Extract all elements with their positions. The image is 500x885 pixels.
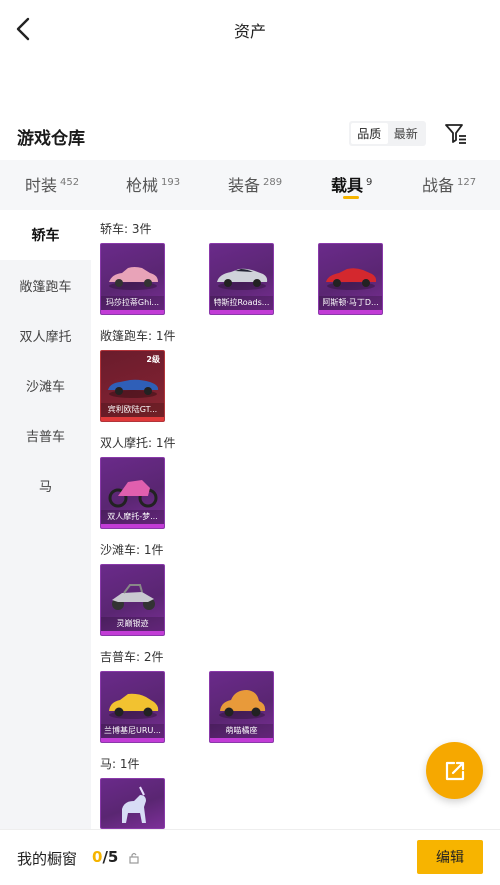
sidebar-item-sedan[interactable]: 轿车 (0, 210, 91, 260)
page-title: 资产 (233, 22, 266, 41)
vehicle-name: 玛莎拉蒂Ghi... (101, 296, 164, 310)
vehicle-card[interactable]: 萌喵橘座 (209, 671, 274, 743)
quality-stripe (101, 524, 164, 528)
tab-label: 装备 (228, 176, 261, 195)
sidebar-item-motorcycle[interactable]: 双人摩托 (0, 310, 91, 360)
tab-label: 枪械 (126, 176, 159, 195)
quality-stripe (319, 310, 382, 314)
tab-fashion[interactable]: 时装 452 (25, 172, 79, 196)
pink-sedan-icon (109, 267, 158, 290)
group-label-motorcycle: 双人摩托: 1件 (100, 436, 176, 450)
tab-count: 127 (457, 176, 477, 188)
yellow-suv-icon (109, 693, 159, 719)
category-tabs: 时装 452 枪械 193 装备 289 载具 9 战备 127 (0, 160, 500, 210)
tab-count: 193 (161, 176, 181, 188)
group-label-convertible: 敞篷跑车: 1件 (100, 329, 176, 343)
quality-stripe (101, 310, 164, 314)
tab-supplies[interactable]: 战备 127 (422, 172, 476, 196)
lock-icon (129, 852, 139, 864)
quality-stripe (101, 738, 164, 742)
group-label-jeep: 吉普车: 2件 (100, 650, 164, 664)
vehicle-card[interactable]: 灵巅银迹 (100, 564, 165, 636)
showcase-label: 我的橱窗 (17, 850, 78, 868)
top-bar: 资产 (0, 0, 500, 58)
quality-stripe (101, 631, 164, 635)
sidebar-item-horse[interactable]: 马 (0, 460, 91, 510)
quality-stripe (210, 738, 273, 742)
tab-label: 战备 (422, 176, 455, 195)
sort-toggle: 品质 最新 (349, 121, 426, 146)
tab-count: 452 (60, 176, 80, 188)
edit-button[interactable]: 编辑 (417, 840, 483, 874)
tab-firearms[interactable]: 枪械 193 (126, 172, 180, 196)
vehicle-name: 特斯拉Roads... (210, 296, 273, 310)
vehicle-card[interactable]: 兰博基尼URU... (100, 671, 165, 743)
active-tab-indicator (343, 196, 359, 199)
vehicle-name: 灵巅银迹 (101, 617, 164, 631)
vehicle-type-sidebar: 轿车 敞篷跑车 双人摩托 沙滩车 吉普车 马 (0, 210, 91, 830)
vehicle-card[interactable]: 双人摩托-梦... (100, 457, 165, 529)
sidebar-item-buggy[interactable]: 沙滩车 (0, 360, 91, 410)
filter-icon (445, 124, 466, 144)
sort-quality-option[interactable]: 品质 (351, 123, 388, 144)
sidebar-item-jeep[interactable]: 吉普车 (0, 410, 91, 460)
share-icon (445, 761, 464, 780)
filter-button[interactable] (443, 120, 469, 146)
buggy-icon (112, 584, 155, 610)
vehicle-card[interactable]: 特斯拉Roads... (209, 243, 274, 315)
vehicle-card[interactable]: 阿斯顿·马丁D... (318, 243, 383, 315)
sidebar-item-convertible[interactable]: 敞篷跑车 (0, 260, 91, 310)
vehicle-name: 兰博基尼URU... (101, 724, 164, 738)
group-label-buggy: 沙滩车: 1件 (100, 543, 164, 557)
quality-stripe (101, 417, 164, 421)
unicorn-icon (122, 786, 146, 823)
group-label-horse: 马: 1件 (100, 757, 140, 771)
vehicle-name: 萌喵橘座 (210, 724, 273, 738)
warehouse-title: 游戏仓库 (17, 129, 85, 149)
quality-stripe (210, 310, 273, 314)
sort-newest-option[interactable]: 最新 (388, 123, 425, 144)
tab-count: 9 (366, 176, 373, 188)
vehicle-name: 阿斯顿·马丁D... (319, 296, 382, 310)
share-button[interactable] (426, 742, 483, 799)
vehicle-card[interactable]: 玛莎拉蒂Ghi... (100, 243, 165, 315)
tab-vehicles[interactable]: 载具 9 (331, 172, 372, 196)
silver-roadster-icon (217, 268, 268, 290)
tab-label: 载具 (331, 176, 364, 195)
showcase-total: /5 (102, 848, 119, 866)
vehicle-name: 双人摩托-梦... (101, 510, 164, 524)
vehicle-name: 宾利欧陆GT... (101, 403, 164, 417)
blue-convertible-icon (108, 379, 159, 398)
pink-motorcycle-icon (108, 480, 158, 508)
showcase-used-count: 0 (92, 848, 103, 866)
tab-equipment[interactable]: 装备 289 (228, 172, 282, 196)
vehicle-card[interactable] (100, 778, 165, 829)
tab-label: 时装 (25, 176, 58, 195)
showcase-bar: 我的橱窗 0/5 编辑 (0, 829, 500, 885)
tab-count: 289 (263, 176, 283, 188)
showcase-count: 0/5 (92, 848, 118, 866)
vehicle-card[interactable]: 2级 宾利欧陆GT... (100, 350, 165, 422)
group-label-sedan: 轿车: 3件 (100, 222, 152, 236)
orange-beetle-icon (219, 690, 266, 719)
red-sports-car-icon (326, 268, 377, 290)
